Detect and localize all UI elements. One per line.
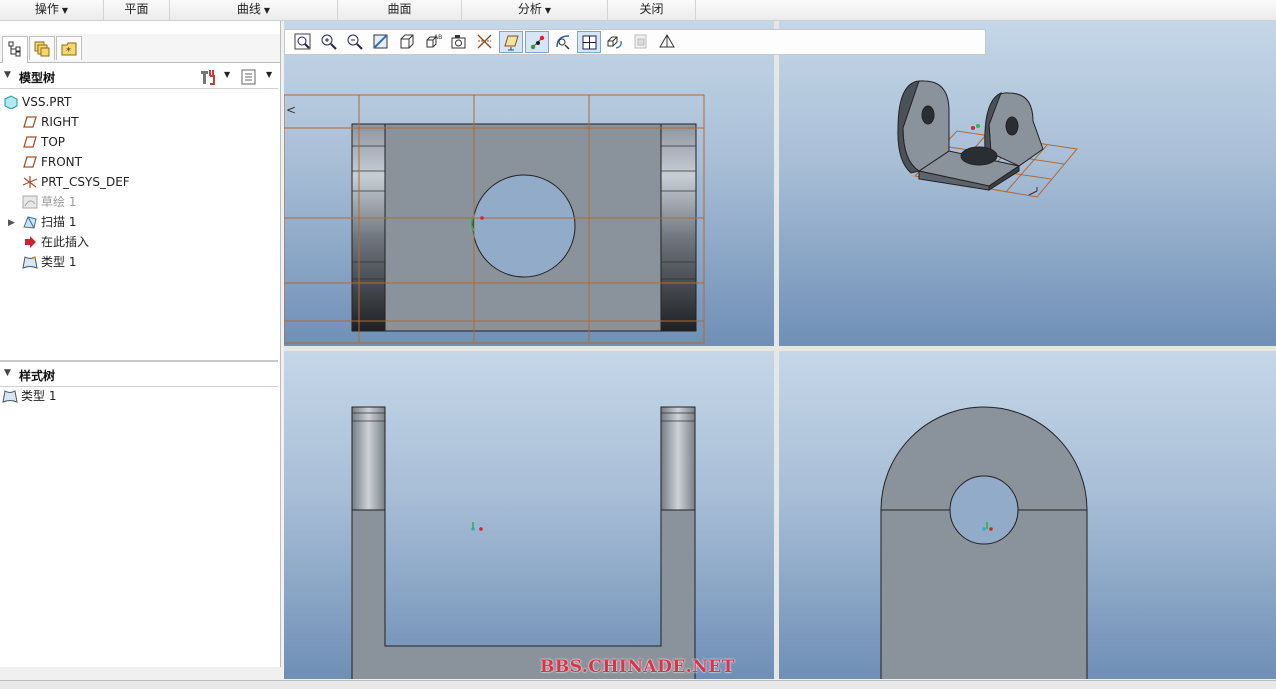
- top-view-model: [351, 406, 696, 679]
- style-tree-header: ▼ 样式树: [0, 364, 278, 387]
- view-orient-icon: [607, 36, 622, 49]
- section-view-button[interactable]: [629, 31, 653, 53]
- menu-analysis[interactable]: 分析 ▼: [462, 0, 608, 20]
- menu-curve[interactable]: 曲线 ▼: [170, 0, 338, 20]
- watermark: BBS.CHINADE.NET: [540, 657, 735, 677]
- menu-plane[interactable]: 平面: [104, 0, 170, 20]
- csys-display-button[interactable]: [551, 31, 575, 53]
- view-manager-icon: [451, 35, 466, 49]
- style-tree-title: 样式树: [19, 369, 56, 383]
- view-toolbar: AB: [284, 29, 986, 55]
- datum-plane-display-icon: [504, 35, 519, 51]
- display-style-button[interactable]: [395, 31, 419, 53]
- tab-model-tree[interactable]: [2, 36, 28, 63]
- collapse-triangle-icon[interactable]: ▼: [4, 368, 11, 378]
- menu-operations[interactable]: 操作 ▼: [0, 0, 104, 20]
- dropdown-arrow-icon: ▼: [61, 6, 69, 15]
- viewport-isometric[interactable]: [779, 21, 1276, 346]
- collapse-triangle-icon[interactable]: ▼: [4, 70, 11, 80]
- datum-point-display-icon: [530, 35, 545, 50]
- filter-dropdown-arrow-icon[interactable]: ▼: [266, 70, 272, 79]
- style-icon: [2, 390, 18, 403]
- sketch-icon: [22, 195, 38, 209]
- model-tree-title: 模型树: [19, 71, 56, 85]
- repaint-button[interactable]: [369, 31, 393, 53]
- csys-display-icon: [556, 35, 570, 50]
- settings-dropdown-arrow-icon[interactable]: ▼: [224, 70, 230, 79]
- part-icon: [4, 95, 18, 109]
- side-view-model: [880, 406, 1088, 679]
- tab-favorites[interactable]: *: [56, 36, 82, 60]
- zoom-fit-button[interactable]: [291, 31, 315, 53]
- saved-views-button[interactable]: AB: [421, 31, 445, 53]
- dropdown-arrow-icon: ▼: [544, 6, 552, 15]
- perspective-button[interactable]: [655, 31, 679, 53]
- zoom-out-button[interactable]: [343, 31, 367, 53]
- view-orient-button[interactable]: [603, 31, 627, 53]
- tree-settings-icon[interactable]: [198, 68, 218, 86]
- datum-plane-icon: [23, 136, 37, 148]
- datum-axis-display-button[interactable]: [473, 31, 497, 53]
- model-tree-tab-icon: [8, 41, 21, 57]
- viewport-front[interactable]: <: [284, 21, 774, 346]
- datum-plane-icon: [23, 156, 37, 168]
- menu-surface[interactable]: 曲面: [338, 0, 462, 20]
- csys-icon: [22, 176, 38, 188]
- tab-layers[interactable]: [29, 36, 55, 60]
- favorites-tab-icon: *: [61, 42, 77, 57]
- dropdown-arrow-icon: ▼: [263, 6, 271, 15]
- zoom-out-icon: [347, 34, 363, 50]
- model-tree-header: ▼ 模型树 ▼ ▼: [0, 66, 278, 89]
- zoom-fit-icon: [294, 33, 311, 50]
- expand-arrow-icon[interactable]: ▶: [8, 218, 15, 228]
- zoom-in-button[interactable]: [317, 31, 341, 53]
- datum-plane-display-button[interactable]: [499, 31, 523, 53]
- zoom-in-icon: [321, 34, 337, 50]
- navigator-tabs: *: [0, 34, 280, 63]
- front-view-model: <: [284, 94, 705, 344]
- svg-text:*: *: [66, 46, 71, 57]
- datum-axis-display-icon: [477, 34, 492, 49]
- insert-here-icon: [25, 236, 36, 248]
- style-icon: *: [22, 255, 38, 269]
- view-manager-button[interactable]: [447, 31, 471, 53]
- menu-close[interactable]: 关闭: [608, 0, 696, 20]
- datum-point-display-button[interactable]: [525, 31, 549, 53]
- isometric-view-model: [897, 80, 1078, 198]
- svg-text:AB: AB: [434, 34, 442, 41]
- menu-bar: 操作 ▼ 平面 曲线 ▼ 曲面 分析 ▼ 关闭: [0, 0, 1276, 21]
- tree-filter-icon[interactable]: [240, 68, 258, 86]
- graphics-viewport[interactable]: <: [284, 21, 1276, 679]
- layers-tab-icon: [34, 41, 50, 57]
- repaint-icon: [373, 34, 388, 49]
- navigator-panel: * ▼ 模型树 ▼ ▼ VSS.PRT RIGHT TOP FRONT PRT_…: [0, 21, 281, 667]
- datum-plane-icon: [23, 116, 37, 128]
- display-style-icon: [400, 34, 414, 49]
- viewport-top[interactable]: [284, 351, 774, 679]
- panel-splitter[interactable]: [0, 360, 278, 362]
- perspective-icon: [659, 34, 675, 48]
- four-view-icon: [582, 35, 597, 50]
- section-view-icon: [634, 34, 647, 49]
- svg-text:<: <: [286, 103, 296, 117]
- viewport-side[interactable]: [779, 351, 1276, 679]
- saved-views-icon: AB: [426, 34, 442, 48]
- sweep-icon: [23, 216, 37, 229]
- svg-text:*: *: [32, 255, 36, 264]
- four-view-button[interactable]: [577, 31, 601, 53]
